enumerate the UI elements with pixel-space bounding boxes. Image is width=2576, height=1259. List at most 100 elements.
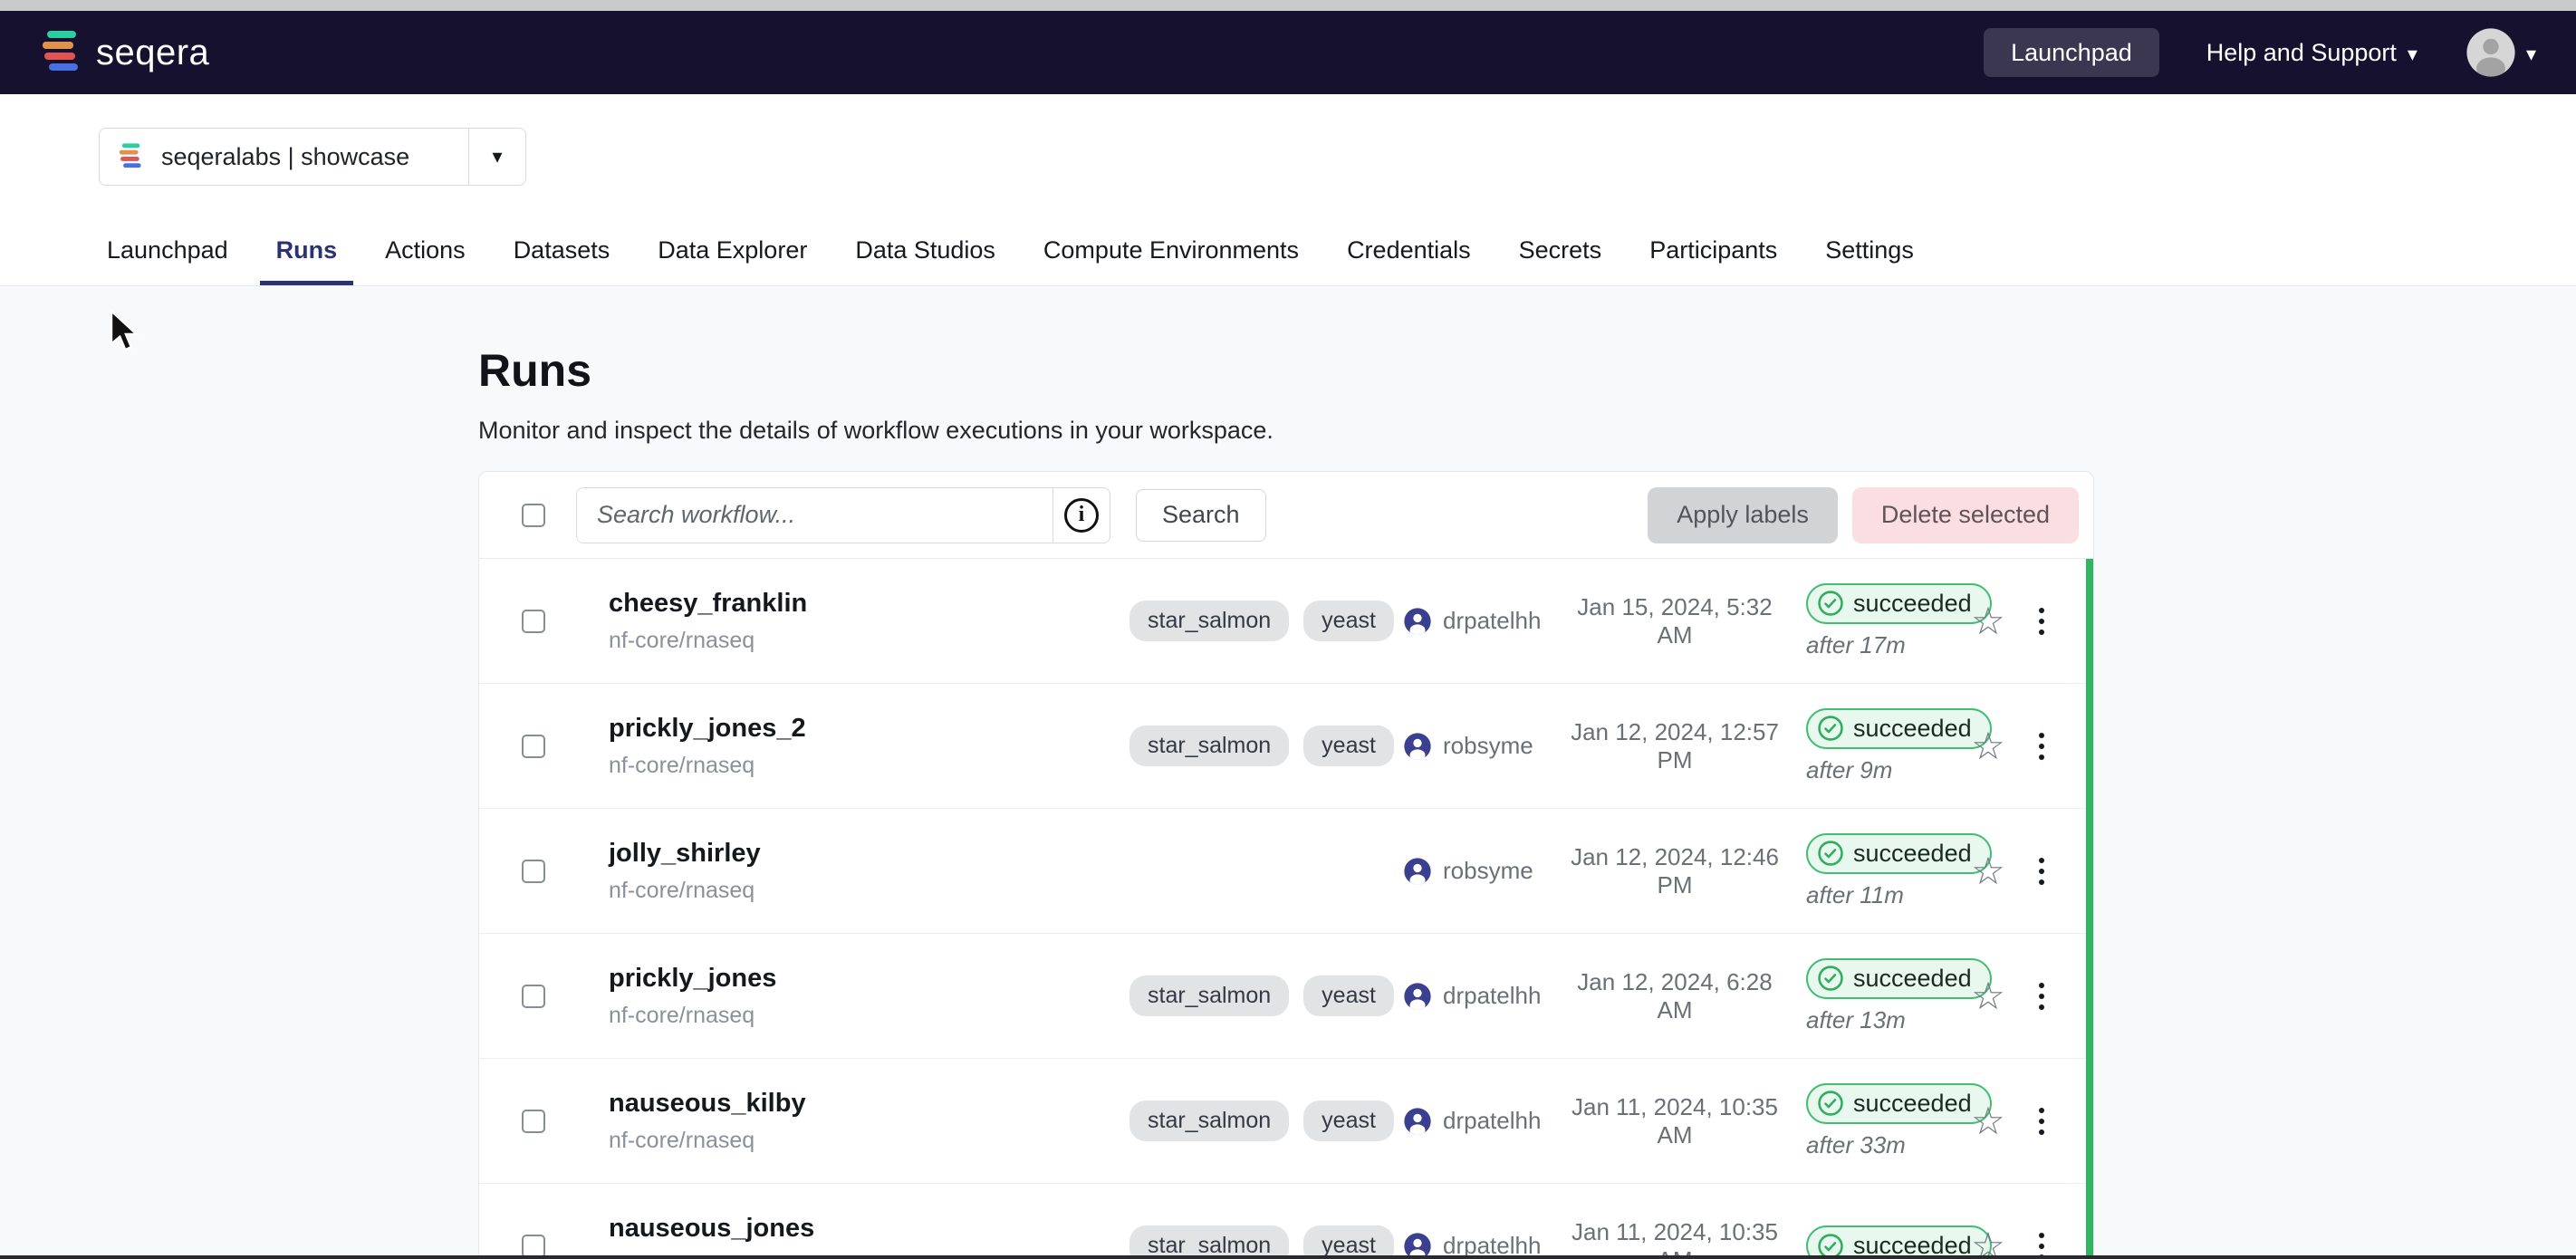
status-label: succeeded [1853, 715, 1972, 743]
user-avatar-icon [1403, 607, 1432, 636]
user-avatar-icon [1403, 857, 1432, 886]
star-icon[interactable]: ☆ [1971, 727, 2005, 765]
runs-list: cheesy_franklin nf-core/rnaseq star_salm… [479, 559, 2093, 1259]
table-row: jolly_shirley nf-core/rnaseq robsyme Jan… [479, 809, 2093, 934]
tab-launchpad[interactable]: Launchpad [91, 220, 245, 285]
scroll-indicator-bar[interactable] [2086, 559, 2093, 1258]
tab-secrets[interactable]: Secrets [1503, 220, 1619, 285]
user-avatar-icon [1403, 732, 1432, 761]
tab-credentials[interactable]: Credentials [1331, 220, 1487, 285]
kebab-menu-icon[interactable] [2033, 602, 2050, 640]
workspace-header: seqeralabs | showcase ▾ LaunchpadRunsAct… [0, 94, 2576, 286]
workspace-selector[interactable]: seqeralabs | showcase ▾ [99, 128, 526, 186]
run-pipeline: nf-core/rnaseq [609, 753, 1129, 779]
tab-participants[interactable]: Participants [1633, 220, 1793, 285]
tab-data-studios[interactable]: Data Studios [839, 220, 1012, 285]
select-all-checkbox[interactable] [522, 504, 545, 527]
chevron-down-icon[interactable]: ▾ [469, 145, 525, 168]
row-checkbox[interactable] [522, 735, 545, 758]
row-checkbox[interactable] [522, 610, 545, 633]
search-button[interactable]: Search [1136, 489, 1266, 542]
run-user: robsyme [1443, 857, 1533, 885]
run-user: robsyme [1443, 732, 1533, 760]
run-labels: star_salmonyeast [1129, 601, 1403, 641]
tab-compute-environments[interactable]: Compute Environments [1027, 220, 1315, 285]
seqera-logo-icon [40, 29, 82, 76]
label-chip: star_salmon [1129, 601, 1289, 641]
tab-data-explorer[interactable]: Data Explorer [641, 220, 823, 285]
run-name-link[interactable]: nauseous_kilby [609, 1089, 1129, 1119]
run-duration: after 11m [1806, 881, 1904, 909]
check-circle-icon [1817, 590, 1844, 617]
run-pipeline: nf-core/rnaseq [609, 1128, 1129, 1154]
status-label: succeeded [1853, 965, 1972, 993]
kebab-menu-icon[interactable] [2033, 1102, 2050, 1140]
check-circle-icon [1817, 1090, 1844, 1117]
help-and-support-menu[interactable]: Help and Support ▾ [2206, 39, 2417, 67]
run-date: Jan 15, 2024, 5:32 AM [1571, 593, 1779, 649]
tab-settings[interactable]: Settings [1809, 220, 1930, 285]
page-subtitle: Monitor and inspect the details of workf… [478, 417, 1274, 445]
label-chip: star_salmon [1129, 1225, 1289, 1259]
row-checkbox[interactable] [522, 1110, 545, 1133]
label-chip: star_salmon [1129, 975, 1289, 1016]
chevron-down-icon: ▾ [2526, 44, 2536, 64]
check-circle-icon [1817, 840, 1844, 867]
status-label: succeeded [1853, 840, 1972, 868]
kebab-menu-icon[interactable] [2033, 1227, 2050, 1259]
chevron-down-icon: ▾ [2408, 44, 2417, 64]
run-pipeline: nf-core/rnaseq [609, 878, 1129, 904]
tab-actions[interactable]: Actions [369, 220, 482, 285]
run-date: Jan 11, 2024, 10:35 AM [1571, 1093, 1779, 1149]
nav-launchpad-button[interactable]: Launchpad [1984, 28, 2159, 77]
star-icon[interactable]: ☆ [1971, 852, 2005, 890]
search-input-group: i [576, 487, 1110, 543]
seqera-brand[interactable]: seqera [40, 29, 209, 76]
avatar [2465, 26, 2517, 79]
label-chip: yeast [1303, 975, 1394, 1016]
kebab-menu-icon[interactable] [2033, 727, 2050, 765]
run-date: Jan 12, 2024, 6:28 AM [1571, 968, 1779, 1024]
run-name-link[interactable]: prickly_jones [609, 964, 1129, 994]
run-user: drpatelhh [1443, 1107, 1541, 1135]
run-duration: after 33m [1806, 1131, 1906, 1159]
star-icon[interactable]: ☆ [1971, 977, 2005, 1015]
row-checkbox[interactable] [522, 985, 545, 1008]
workspace-logo-icon [118, 142, 143, 171]
run-date: Jan 12, 2024, 12:46 PM [1571, 843, 1779, 899]
apply-labels-button[interactable]: Apply labels [1648, 487, 1838, 543]
run-name-link[interactable]: nauseous_jones [609, 1214, 1129, 1244]
run-pipeline: nf-core/rnaseq [609, 628, 1129, 654]
runs-toolbar: i Search Apply labels Delete selected [479, 472, 2093, 559]
run-name-link[interactable]: cheesy_franklin [609, 589, 1129, 619]
run-labels: star_salmonyeast [1129, 1225, 1403, 1259]
label-chip: yeast [1303, 726, 1394, 766]
status-label: succeeded [1853, 590, 1972, 618]
run-name-link[interactable]: prickly_jones_2 [609, 714, 1129, 744]
label-chip: star_salmon [1129, 1100, 1289, 1141]
label-chip: yeast [1303, 1100, 1394, 1141]
star-icon[interactable]: ☆ [1971, 1227, 2005, 1259]
info-icon: i [1064, 498, 1099, 533]
user-avatar-icon [1403, 1107, 1432, 1136]
delete-selected-button[interactable]: Delete selected [1852, 487, 2079, 543]
tab-runs[interactable]: Runs [260, 220, 354, 285]
kebab-menu-icon[interactable] [2033, 852, 2050, 890]
table-row: cheesy_franklin nf-core/rnaseq star_salm… [479, 559, 2093, 684]
user-menu[interactable]: ▾ [2465, 26, 2536, 79]
run-name-link[interactable]: jolly_shirley [609, 839, 1129, 869]
star-icon[interactable]: ☆ [1971, 1102, 2005, 1140]
run-user: drpatelhh [1443, 607, 1541, 635]
run-labels: star_salmonyeast [1129, 726, 1403, 766]
check-circle-icon [1817, 965, 1844, 992]
row-checkbox[interactable] [522, 1235, 545, 1258]
user-avatar-icon [1403, 982, 1432, 1011]
kebab-menu-icon[interactable] [2033, 977, 2050, 1015]
search-info-button[interactable]: i [1053, 488, 1110, 543]
run-labels: star_salmon yeast [1129, 975, 1403, 1016]
window-bottom-strip [0, 1255, 2576, 1259]
tab-datasets[interactable]: Datasets [497, 220, 627, 285]
star-icon[interactable]: ☆ [1971, 602, 2005, 640]
search-input[interactable] [577, 488, 1053, 543]
row-checkbox[interactable] [522, 860, 545, 883]
